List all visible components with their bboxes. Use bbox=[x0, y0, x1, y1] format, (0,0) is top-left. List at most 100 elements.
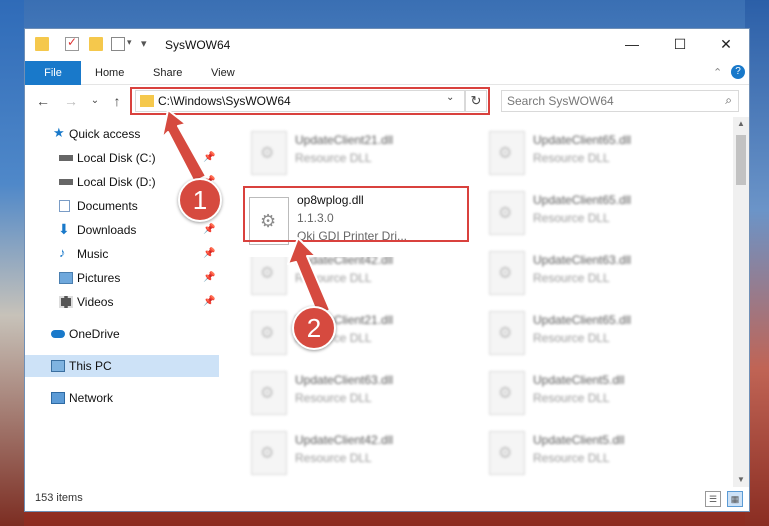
file-description: Resource DLL bbox=[533, 211, 610, 225]
tab-share[interactable]: Share bbox=[143, 61, 192, 85]
minimize-button[interactable]: — bbox=[609, 29, 655, 59]
list-item[interactable]: UpdateClient5.dll Resource DLL bbox=[485, 367, 705, 419]
list-item[interactable]: UpdateClient65.dll Resource DLL bbox=[485, 187, 705, 239]
sidebar-item-local-disk-c[interactable]: Local Disk (C:) 📌 bbox=[25, 147, 219, 169]
list-item[interactable]: UpdateClient65.dll Resource DLL bbox=[485, 127, 705, 179]
file-description: Resource DLL bbox=[295, 391, 372, 405]
scroll-up-icon[interactable]: ▲ bbox=[737, 119, 745, 128]
callout-1: 1 bbox=[178, 178, 222, 222]
dll-file-icon bbox=[251, 251, 287, 295]
search-icon[interactable]: ⌕ bbox=[725, 93, 732, 108]
pin-icon[interactable]: 📌 bbox=[203, 243, 215, 265]
file-name: UpdateClient42.dll bbox=[295, 433, 394, 447]
sidebar-item-label: This PC bbox=[69, 359, 112, 373]
address-highlight-box bbox=[130, 87, 490, 115]
properties-icon[interactable] bbox=[65, 35, 79, 51]
chevron-down-icon[interactable]: ▾ bbox=[127, 37, 132, 48]
sidebar-item-label: Downloads bbox=[77, 223, 137, 237]
pin-icon[interactable]: 📌 bbox=[203, 291, 215, 313]
dll-file-icon bbox=[489, 191, 525, 235]
navigation-pane: ★ Quick access Local Disk (C:) 📌 Local D… bbox=[25, 117, 219, 487]
sidebar-item-label: Quick access bbox=[69, 127, 141, 141]
callout-2: 2 bbox=[292, 306, 336, 350]
pin-icon[interactable]: 📌 bbox=[203, 219, 215, 241]
sidebar-item-label: OneDrive bbox=[69, 327, 120, 341]
list-item[interactable]: UpdateClient42.dll Resource DLL bbox=[247, 427, 467, 479]
scroll-down-icon[interactable]: ▼ bbox=[737, 475, 745, 484]
network-icon bbox=[51, 392, 65, 404]
details-view-icon[interactable]: ☰ bbox=[705, 491, 721, 507]
dll-file-icon bbox=[251, 131, 287, 175]
file-description: Resource DLL bbox=[295, 151, 372, 165]
dll-file-icon bbox=[251, 311, 287, 355]
dll-file-icon bbox=[251, 371, 287, 415]
vertical-scrollbar[interactable]: ▲ ▼ bbox=[733, 117, 749, 487]
sidebar-item-label: Network bbox=[69, 391, 114, 405]
sidebar-item-onedrive[interactable]: OneDrive bbox=[25, 323, 219, 345]
folder-icon bbox=[35, 37, 49, 51]
sidebar-item-pictures[interactable]: Pictures 📌 bbox=[25, 267, 219, 289]
window-title: SysWOW64 bbox=[165, 38, 231, 52]
tab-home[interactable]: Home bbox=[85, 61, 134, 85]
sidebar-item-downloads[interactable]: ⬇ Downloads 📌 bbox=[25, 219, 219, 241]
list-item[interactable]: UpdateClient5.dll Resource DLL bbox=[485, 427, 705, 479]
back-button[interactable]: ← bbox=[33, 90, 53, 112]
file-description: Resource DLL bbox=[533, 391, 610, 405]
help-icon[interactable]: ? bbox=[731, 65, 745, 79]
file-name: UpdateClient65.dll bbox=[533, 133, 632, 147]
title-bar: ▾ ▾ SysWOW64 — ☐ ✕ bbox=[25, 29, 749, 61]
sidebar-item-label: Local Disk (D:) bbox=[77, 175, 156, 189]
file-name: UpdateClient63.dll bbox=[295, 373, 394, 387]
desktop-background-left bbox=[0, 0, 24, 526]
search-input[interactable]: Search SysWOW64 ⌕ bbox=[501, 90, 739, 112]
list-item[interactable]: UpdateClient21.dll Resource DLL bbox=[247, 127, 467, 179]
file-description: Resource DLL bbox=[295, 271, 372, 285]
list-item[interactable]: UpdateClient63.dll Resource DLL bbox=[247, 367, 467, 419]
sidebar-item-videos[interactable]: Videos 📌 bbox=[25, 291, 219, 313]
pin-icon[interactable]: 📌 bbox=[203, 267, 215, 289]
explorer-window: ▾ ▾ SysWOW64 — ☐ ✕ File Home Share View … bbox=[24, 28, 750, 512]
search-placeholder: Search SysWOW64 bbox=[507, 94, 614, 108]
file-name: UpdateClient65.dll bbox=[533, 193, 632, 207]
file-description: Resource DLL bbox=[533, 331, 610, 345]
pin-icon[interactable]: 📌 bbox=[203, 147, 215, 169]
dll-file-icon bbox=[251, 431, 287, 475]
tab-view[interactable]: View bbox=[201, 61, 245, 85]
maximize-button[interactable]: ☐ bbox=[657, 29, 703, 59]
tab-file[interactable]: File bbox=[25, 61, 81, 85]
new-folder-icon[interactable] bbox=[89, 37, 103, 51]
sidebar-item-quick-access[interactable]: ★ Quick access bbox=[25, 123, 219, 145]
dll-file-icon bbox=[489, 131, 525, 175]
close-button[interactable]: ✕ bbox=[703, 29, 749, 59]
sidebar-item-music[interactable]: ♪ Music 📌 bbox=[25, 243, 219, 265]
sidebar-item-network[interactable]: Network bbox=[25, 387, 219, 409]
drive-icon bbox=[59, 155, 73, 161]
dll-file-icon bbox=[489, 431, 525, 475]
list-item[interactable]: UpdateClient65.dll Resource DLL bbox=[485, 307, 705, 359]
up-button[interactable]: ↑ bbox=[107, 90, 127, 112]
file-description: Resource DLL bbox=[533, 451, 610, 465]
download-icon: ⬇ bbox=[58, 221, 70, 237]
sidebar-item-label: Local Disk (C:) bbox=[77, 151, 156, 165]
list-item[interactable]: UpdateClient21.dll Resource DLL bbox=[247, 307, 467, 359]
tiles-view-icon[interactable]: ▦ bbox=[727, 491, 743, 507]
forward-button[interactable]: → bbox=[61, 90, 81, 112]
file-name: UpdateClient5.dll bbox=[533, 373, 625, 387]
sidebar-item-this-pc[interactable]: This PC bbox=[25, 355, 219, 377]
recent-locations-button[interactable]: ⌄ bbox=[85, 90, 105, 112]
file-description: Resource DLL bbox=[533, 271, 610, 285]
sidebar-item-label: Documents bbox=[77, 199, 138, 213]
scrollbar-thumb[interactable] bbox=[736, 135, 746, 185]
ribbon-collapse-icon[interactable]: ⌃ bbox=[713, 66, 722, 79]
file-name: UpdateClient21.dll bbox=[295, 133, 394, 147]
cloud-icon bbox=[51, 330, 65, 338]
list-item[interactable]: UpdateClient63.dll Resource DLL bbox=[485, 247, 705, 299]
star-icon: ★ bbox=[53, 125, 65, 140]
file-list: UpdateClient21.dll Resource DLL UpdateCl… bbox=[221, 117, 733, 487]
file-name: UpdateClient5.dll bbox=[533, 433, 625, 447]
sidebar-item-label: Music bbox=[77, 247, 109, 261]
dll-file-icon bbox=[489, 371, 525, 415]
drive-icon bbox=[59, 179, 73, 185]
customize-toolbar-icon[interactable]: ▾ bbox=[141, 37, 147, 50]
quick-access-toolbar-icon[interactable] bbox=[111, 37, 125, 51]
